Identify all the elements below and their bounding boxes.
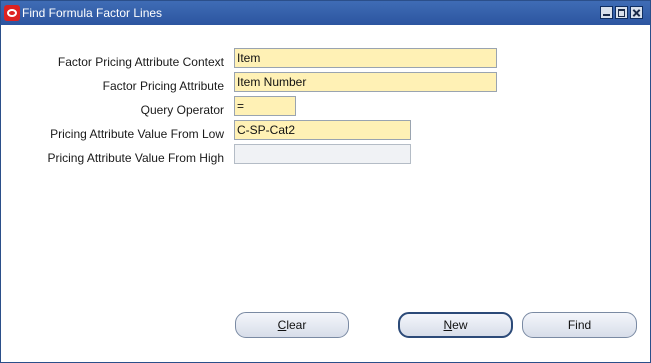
window-title: Find Formula Factor Lines	[22, 6, 163, 20]
factor-pricing-attribute-context-field[interactable]	[234, 48, 497, 68]
find-form: Factor Pricing Attribute Context Factor …	[1, 25, 650, 362]
find-formula-factor-lines-window: Find Formula Factor Lines Factor Pricing…	[0, 0, 651, 363]
maximize-icon[interactable]	[615, 6, 628, 19]
value-from-high-label: Pricing Attribute Value From High	[47, 151, 224, 165]
oracle-app-icon	[4, 5, 20, 21]
close-icon[interactable]	[630, 6, 643, 19]
title-bar[interactable]: Find Formula Factor Lines	[1, 1, 650, 25]
factor-pricing-attribute-label: Factor Pricing Attribute	[102, 79, 224, 93]
minimize-icon[interactable]	[600, 6, 613, 19]
query-operator-label: Query Operator	[140, 103, 224, 117]
factor-pricing-attribute-field[interactable]	[234, 72, 497, 92]
factor-pricing-attribute-context-label: Factor Pricing Attribute Context	[57, 55, 224, 69]
query-operator-field[interactable]	[234, 96, 296, 116]
value-from-high-field[interactable]	[234, 144, 411, 164]
value-from-low-label: Pricing Attribute Value From Low	[50, 127, 224, 141]
find-button[interactable]: Find	[522, 312, 637, 338]
new-button[interactable]: New	[398, 312, 513, 338]
clear-button[interactable]: Clear	[235, 312, 349, 338]
value-from-low-field[interactable]	[234, 120, 411, 140]
